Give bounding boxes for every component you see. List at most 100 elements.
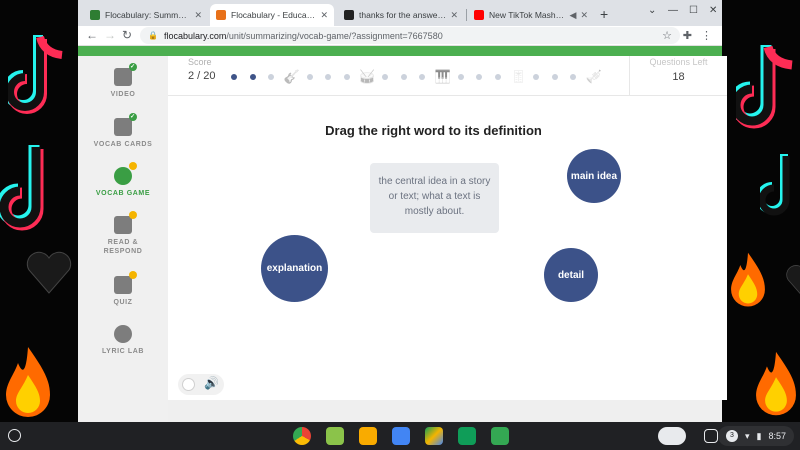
sidebar-item-video[interactable]: ✓ VIDEO bbox=[78, 63, 168, 99]
extensions-puzzle-icon[interactable]: ✚ bbox=[683, 29, 692, 42]
lesson-sidebar: ✓ VIDEO ✓ VOCAB CARDS VOCAB GAME READ & … bbox=[78, 56, 168, 422]
word-bubble-explanation[interactable]: explanation bbox=[261, 235, 328, 302]
system-tray[interactable]: 3 ▾ ▮ 8:57 bbox=[717, 426, 794, 446]
sidebar-item-vocab-game[interactable]: VOCAB GAME bbox=[78, 162, 168, 198]
os-shelf: 3 ▾ ▮ 8:57 bbox=[0, 422, 800, 450]
tab-title: New TikTok Mashup Se bbox=[489, 10, 566, 20]
drive-icon[interactable] bbox=[425, 427, 443, 445]
speaker-icon[interactable]: 🔊 bbox=[204, 376, 219, 390]
close-window-icon[interactable]: ✕ bbox=[709, 5, 717, 16]
progress-dot bbox=[382, 74, 388, 80]
fire-icon bbox=[728, 248, 768, 317]
milestone-instrument-icon: 🎹 bbox=[434, 69, 451, 84]
wifi-icon: ▾ bbox=[744, 430, 750, 441]
menu-kebab-icon[interactable]: ⋮ bbox=[701, 29, 712, 42]
bookmark-star-icon[interactable]: ☆ bbox=[662, 29, 672, 42]
milestone-instrument-icon: 🎺 bbox=[585, 69, 602, 84]
close-tab-icon[interactable]: ✕ bbox=[580, 10, 588, 21]
clock-time: 8:57 bbox=[768, 431, 786, 441]
word-bubble-detail[interactable]: detail bbox=[544, 248, 598, 302]
user-avatars-icon[interactable] bbox=[658, 427, 686, 445]
launcher-icon[interactable] bbox=[8, 429, 21, 442]
battery-icon: ▮ bbox=[756, 430, 762, 441]
milestone-instrument-icon: 🎸 bbox=[283, 69, 300, 84]
tab-separator bbox=[466, 9, 467, 21]
lyric-lab-icon bbox=[114, 325, 132, 343]
tab-search-icon[interactable]: ⌄ bbox=[648, 5, 656, 16]
sidebar-item-label: VIDEO bbox=[110, 91, 136, 98]
word-bubble-main-idea[interactable]: main idea bbox=[567, 149, 621, 203]
progress-dot bbox=[551, 74, 558, 80]
tab-brainly-answer[interactable]: thanks for the answer - Brai ✕ bbox=[338, 4, 464, 26]
reload-icon[interactable]: ↻ bbox=[122, 28, 132, 42]
score-bar: Score 2 / 20 Questions Left 18 🎸 🥁 🎹 🎚 🎺 bbox=[168, 56, 727, 96]
video-icon: ✓ bbox=[114, 63, 137, 86]
sidebar-item-label: VOCAB CARDS bbox=[93, 141, 153, 148]
sheets-icon[interactable] bbox=[458, 427, 476, 445]
notification-count-badge: 3 bbox=[725, 430, 738, 442]
top-accent-bar bbox=[78, 46, 722, 56]
progress-dot bbox=[533, 74, 539, 80]
sidebar-item-read-respond[interactable]: READ & RESPOND bbox=[78, 211, 168, 256]
classroom-icon[interactable] bbox=[326, 427, 344, 445]
sidebar-item-label: QUIZ bbox=[113, 299, 133, 306]
score-label: Score bbox=[188, 57, 212, 67]
progress-dot bbox=[494, 74, 501, 80]
black-heart-icon bbox=[784, 262, 800, 307]
tab-title: thanks for the answer - Brai bbox=[359, 10, 446, 20]
sidebar-item-quiz[interactable]: QUIZ bbox=[78, 271, 168, 307]
page-content: ✓ VIDEO ✓ VOCAB CARDS VOCAB GAME READ & … bbox=[78, 46, 727, 422]
music-toggle[interactable] bbox=[182, 378, 195, 391]
browser-toolbar: ← → ↻ 🔒 flocabulary.com/unit/summarizing… bbox=[78, 26, 722, 46]
url-domain: flocabulary.com bbox=[163, 30, 227, 41]
black-heart-icon bbox=[24, 248, 74, 303]
fire-icon bbox=[2, 345, 54, 425]
audio-controls: 🔊 bbox=[178, 374, 224, 395]
new-tab-button[interactable]: + bbox=[600, 6, 608, 22]
chrome-icon[interactable] bbox=[293, 427, 311, 445]
tab-title: Flocabulary: Summarizing bbox=[105, 10, 190, 20]
tiktok-logo-icon bbox=[0, 140, 70, 235]
book-icon bbox=[114, 211, 137, 234]
tiktok-logo-icon bbox=[736, 40, 800, 135]
instruction-heading: Drag the right word to its definition bbox=[325, 123, 542, 138]
sidebar-item-label: RESPOND bbox=[103, 248, 143, 255]
minimize-icon[interactable]: — bbox=[668, 5, 678, 16]
close-tab-icon[interactable]: ✕ bbox=[194, 10, 202, 21]
progress-dot bbox=[457, 74, 464, 80]
meet-icon[interactable] bbox=[491, 427, 509, 445]
back-icon[interactable]: ← bbox=[86, 28, 98, 42]
audio-icon: ◀ bbox=[569, 9, 577, 20]
docs-icon[interactable] bbox=[392, 427, 410, 445]
lightning-icon bbox=[114, 162, 137, 185]
progress-dot bbox=[419, 74, 425, 80]
sidebar-item-label: VOCAB GAME bbox=[95, 190, 151, 197]
tab-flocabulary-educational[interactable]: Flocabulary - Educational H ✕ bbox=[210, 4, 334, 26]
tab-strip: Flocabulary: Summarizing ✕ Flocabulary -… bbox=[78, 0, 722, 26]
close-tab-icon[interactable]: ✕ bbox=[450, 10, 458, 21]
tab-flocabulary-summarizing[interactable]: Flocabulary: Summarizing ✕ bbox=[84, 4, 208, 26]
progress-dot bbox=[570, 74, 576, 80]
browser-window: Flocabulary: Summarizing ✕ Flocabulary -… bbox=[78, 0, 727, 422]
close-tab-icon[interactable]: ✕ bbox=[320, 10, 328, 21]
milestone-instrument-icon: 🥁 bbox=[359, 69, 376, 84]
tab-title: Flocabulary - Educational H bbox=[231, 10, 316, 20]
sidebar-item-vocab-cards[interactable]: ✓ VOCAB CARDS bbox=[78, 113, 168, 149]
favicon-icon bbox=[344, 10, 354, 20]
tab-tiktok-mashup[interactable]: New TikTok Mashup Se ◀ ✕ bbox=[468, 4, 594, 26]
check-badge-icon: ✓ bbox=[129, 63, 137, 71]
questions-left-value: 18 bbox=[672, 71, 685, 83]
clipboard-icon[interactable] bbox=[704, 429, 718, 443]
sidebar-item-lyric-lab[interactable]: LYRIC LAB bbox=[78, 325, 168, 356]
sidebar-item-label: LYRIC LAB bbox=[101, 348, 145, 355]
pending-badge-icon bbox=[129, 211, 137, 219]
definition-drop-target[interactable]: the central idea in a story or text; wha… bbox=[370, 163, 499, 233]
progress-dot bbox=[400, 74, 407, 80]
keep-icon[interactable] bbox=[359, 427, 377, 445]
maximize-icon[interactable]: ☐ bbox=[689, 5, 698, 16]
vocab-cards-icon: ✓ bbox=[114, 113, 137, 136]
progress-dot bbox=[325, 74, 331, 80]
sidebar-item-label: READ & bbox=[107, 239, 139, 246]
address-bar[interactable]: 🔒 flocabulary.com/unit/summarizing/vocab… bbox=[140, 27, 680, 44]
forward-icon[interactable]: → bbox=[104, 28, 116, 42]
